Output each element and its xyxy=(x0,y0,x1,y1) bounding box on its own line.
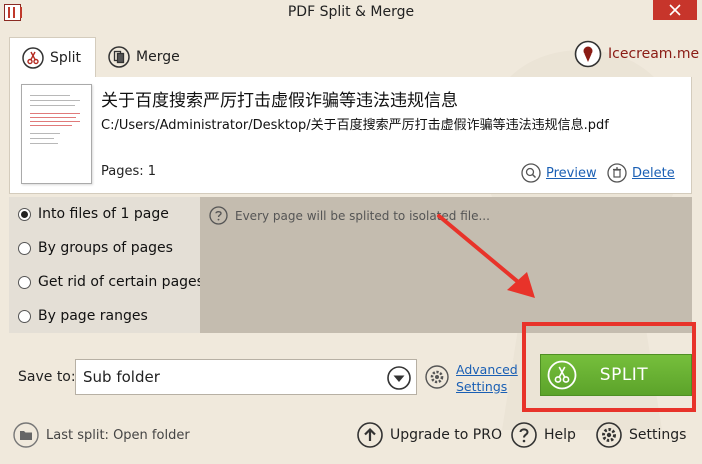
radio-button[interactable] xyxy=(18,275,31,289)
split-mode-options: Into files of 1 page By groups of pages … xyxy=(9,197,204,333)
arrow-up-icon xyxy=(357,422,383,448)
tab-merge-label: Merge xyxy=(136,49,180,65)
settings-label: Settings xyxy=(629,427,687,443)
help-label: Help xyxy=(544,427,576,443)
advanced-settings-link[interactable]: Advanced Settings xyxy=(456,361,518,395)
option-get-rid[interactable]: Get rid of certain pages xyxy=(18,271,204,293)
gear-icon[interactable] xyxy=(425,365,449,389)
delete-link[interactable]: Delete xyxy=(607,163,675,183)
settings-button[interactable]: Settings xyxy=(596,421,686,449)
radio-button[interactable] xyxy=(18,207,31,221)
help-button[interactable]: Help xyxy=(511,421,576,449)
advanced-settings-line2: Settings xyxy=(456,379,508,394)
radio-button[interactable] xyxy=(18,241,31,255)
brand-link[interactable]: Icecream.me xyxy=(574,38,699,70)
app-window: PDF Split & Merge Split Merge Icecream.m… xyxy=(0,0,702,464)
last-split-label: Last split: Open folder xyxy=(46,427,190,443)
close-icon xyxy=(669,4,681,16)
split-button-label: SPLIT xyxy=(599,365,649,385)
scissors-icon xyxy=(547,360,577,390)
tab-split[interactable]: Split xyxy=(9,37,96,77)
file-panel: 关于百度搜索严厉打击虚假诈骗等违法违规信息 C:/Users/Administr… xyxy=(9,77,692,194)
brand-name: Icecream.me xyxy=(608,46,700,62)
preview-link[interactable]: Preview xyxy=(521,163,597,183)
merge-icon xyxy=(108,46,130,68)
delete-label: Delete xyxy=(632,165,675,181)
option-into-files[interactable]: Into files of 1 page xyxy=(18,203,169,225)
option-label: By page ranges xyxy=(38,308,148,324)
magnifier-icon xyxy=(521,163,541,183)
close-button[interactable] xyxy=(653,0,697,20)
chevron-down-icon xyxy=(387,366,411,390)
pdf-thumbnail[interactable] xyxy=(21,84,92,184)
help-icon xyxy=(209,206,228,225)
trash-icon xyxy=(607,163,627,183)
window-title: PDF Split & Merge xyxy=(287,4,415,20)
option-page-ranges[interactable]: By page ranges xyxy=(18,305,148,327)
gear-icon xyxy=(596,422,622,448)
folder-icon xyxy=(13,422,39,448)
tab-split-label: Split xyxy=(50,49,82,66)
file-path: C:/Users/Administrator/Desktop/关于百度搜索严厉打… xyxy=(101,118,609,133)
option-label: Into files of 1 page xyxy=(38,206,169,222)
icecream-logo-icon xyxy=(574,40,602,68)
radio-button[interactable] xyxy=(18,309,31,323)
option-description: Every page will be splited to isolated f… xyxy=(209,206,490,225)
upgrade-button[interactable]: Upgrade to PRO xyxy=(357,421,502,449)
tab-merge[interactable]: Merge xyxy=(106,37,186,77)
scissors-icon xyxy=(22,46,44,69)
save-to-select[interactable]: Sub folder xyxy=(75,359,417,395)
title-bar: PDF Split & Merge xyxy=(0,0,702,26)
preview-label: Preview xyxy=(546,165,597,181)
last-split-link[interactable]: Last split: Open folder xyxy=(13,421,190,449)
save-to-label: Save to: xyxy=(18,369,76,385)
option-label: By groups of pages xyxy=(38,240,173,256)
option-label: Get rid of certain pages xyxy=(38,274,204,290)
advanced-settings-line1: Advanced xyxy=(456,362,518,377)
description-panel: Every page will be splited to isolated f… xyxy=(200,197,692,333)
split-button[interactable]: SPLIT xyxy=(540,354,692,396)
option-by-groups[interactable]: By groups of pages xyxy=(18,237,173,259)
file-page-count: Pages: 1 xyxy=(101,164,157,179)
upgrade-label: Upgrade to PRO xyxy=(390,427,502,443)
description-text: Every page will be splited to isolated f… xyxy=(235,208,490,223)
question-icon xyxy=(511,422,537,448)
save-to-value: Sub folder xyxy=(83,368,160,386)
file-name: 关于百度搜索严厉打击虚假诈骗等违法违规信息 xyxy=(101,91,458,111)
